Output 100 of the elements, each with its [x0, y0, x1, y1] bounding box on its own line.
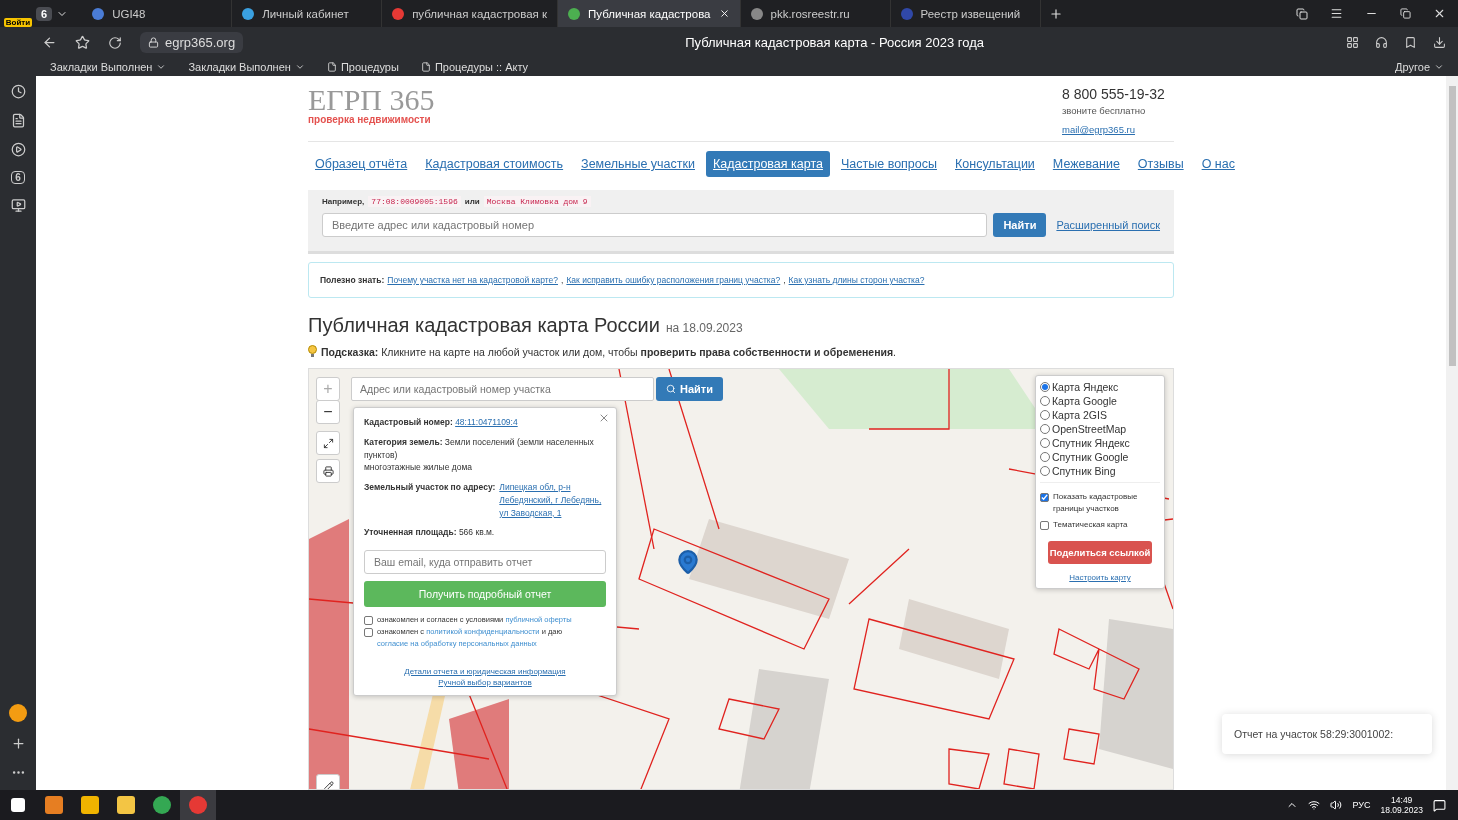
menu-icon[interactable] — [1330, 7, 1343, 20]
email-field[interactable]: Ваш email, куда отправить отчет — [364, 550, 606, 574]
page-icon — [420, 62, 431, 72]
browser-tab[interactable]: Публичная кадастрова — [558, 0, 741, 27]
zoom-out-button[interactable]: − — [316, 400, 340, 424]
comma: , — [561, 275, 564, 285]
printer-icon — [322, 465, 334, 477]
restore-icon[interactable] — [1400, 8, 1411, 19]
option-checkbox[interactable] — [1040, 521, 1049, 531]
nav-link[interactable]: Консультации — [948, 151, 1042, 177]
nav-link[interactable]: Межевание — [1045, 151, 1127, 177]
tab-favicon-icon — [242, 7, 255, 20]
layer-option[interactable]: Карта 2GIS — [1040, 409, 1160, 421]
map-search-field[interactable]: Адрес или кадастровый номер участка — [351, 377, 654, 401]
tab-count-badge[interactable]: 6 — [36, 6, 53, 21]
clock-icon[interactable] — [10, 84, 26, 99]
add-icon[interactable] — [10, 736, 26, 751]
language-indicator[interactable]: РУС — [1352, 800, 1371, 810]
share-link-button[interactable]: Поделиться ссылкой — [1048, 540, 1152, 564]
close-tab-icon[interactable] — [718, 8, 730, 19]
tab-favicon-icon — [92, 7, 105, 20]
address-label: Земельный участок по адресу: — [364, 481, 496, 494]
details-link[interactable]: Детали отчета и юридическая информация — [404, 667, 566, 676]
reload-icon[interactable] — [108, 35, 122, 50]
option-checkbox[interactable] — [1040, 493, 1049, 502]
layer-option[interactable]: Карта Яндекс — [1040, 381, 1160, 393]
option-label: Показать кадастровые границы участков — [1053, 491, 1139, 515]
bookmark-icon[interactable] — [1404, 36, 1417, 49]
app-icon[interactable] — [9, 704, 27, 722]
close-icon[interactable] — [1433, 7, 1446, 20]
consent-checkbox[interactable] — [364, 616, 373, 625]
download-icon[interactable] — [1433, 36, 1446, 49]
nav-link[interactable]: Кадастровая стоимость — [418, 151, 571, 177]
faq-link[interactable]: Почему участка нет на кадастровой карте? — [387, 275, 558, 285]
nav-link[interactable]: Отзывы — [1130, 151, 1191, 177]
network-icon[interactable] — [1308, 799, 1321, 811]
new-tab-icon[interactable] — [1048, 6, 1063, 21]
cadastral-number-link[interactable]: 48:11:0471109:4 — [455, 417, 518, 427]
page-title: Публичная кадастровая карта - Россия 2023 года — [684, 35, 985, 50]
browser-icon[interactable] — [180, 790, 216, 820]
chevron-down-icon — [294, 62, 305, 72]
find-button[interactable]: Найти — [993, 213, 1047, 237]
address-link[interactable]: Липецкая обл, р-н Лебедянский, г Лебедянь, ул Заводская, 1 — [499, 481, 606, 520]
tabs-icon[interactable] — [1296, 7, 1308, 20]
fullscreen-button[interactable] — [316, 431, 340, 455]
notes-icon[interactable] — [10, 113, 26, 128]
back-icon[interactable] — [42, 35, 57, 50]
faq-link[interactable]: Как исправить ошибку расположения границ участка? — [566, 275, 781, 285]
example-label: Например, — [322, 197, 365, 206]
details-link[interactable]: Ручной выбор вариантов — [438, 678, 532, 687]
screen-icon[interactable] — [10, 198, 26, 213]
layer-option[interactable]: Карта Google — [1040, 395, 1160, 407]
area-text: Уточненная площадь: 566 кв.м. — [364, 526, 496, 539]
search-field[interactable]: Введите адрес или кадастровый номер — [322, 213, 988, 237]
nav-link[interactable]: Земельные участки — [574, 151, 702, 177]
option-label: Тематическая карта — [1053, 519, 1128, 531]
toast-text: Отчет на участок 58:29:3001002: — [1234, 728, 1394, 740]
bookmark-item[interactable]: Процедуры :: Акту — [420, 61, 529, 73]
nav-link[interactable]: Частые вопросы — [833, 151, 944, 177]
consent-checkbox[interactable] — [364, 628, 373, 637]
scrollbar-thumb[interactable] — [1448, 86, 1456, 366]
heading-date: на 18.09.2023 — [665, 321, 743, 335]
configure-map-link[interactable]: Настроить карту — [1069, 572, 1131, 582]
star-icon[interactable] — [75, 35, 90, 50]
profile-button[interactable]: Войти — [0, 0, 36, 27]
search-icon — [666, 384, 676, 394]
email-link[interactable]: mail@egrp365.ru — [1062, 124, 1135, 135]
category-text: Категория земель: Земли поселений (земли населенных пунктов) — [364, 436, 594, 460]
number-label: Кадастровый номер: — [364, 417, 453, 427]
layer-option[interactable]: Спутник Яндекс — [1040, 437, 1160, 449]
pencil-icon — [322, 780, 334, 789]
tab-favicon-icon — [568, 7, 581, 20]
layer-option[interactable]: Спутник Google — [1040, 451, 1160, 463]
bookmark-item[interactable]: Процедуры — [326, 61, 399, 73]
layer-option[interactable]: OpenStreetMap — [1040, 423, 1160, 435]
radio-button[interactable] — [1040, 382, 1050, 392]
bookmark-item[interactable]: Закладки Выполнен — [188, 61, 305, 73]
useful-label: Полезно знать: — [320, 275, 385, 285]
map-find-button[interactable]: Найти — [656, 377, 723, 401]
nav-link[interactable]: Образец отчёта — [308, 151, 415, 177]
headphones-icon[interactable] — [1375, 36, 1388, 49]
phone-note: звоните бесплатно — [1062, 105, 1147, 116]
taskbar-clock[interactable]: 14:49 18.09.2023 — [1380, 795, 1423, 815]
print-button[interactable] — [316, 459, 340, 483]
tab-favicon-icon — [900, 7, 913, 20]
notifications-icon[interactable] — [1433, 798, 1446, 812]
advanced-search-link[interactable]: Расширенный поиск — [1056, 219, 1160, 231]
address-bar[interactable]: egrp365.org — [140, 32, 244, 53]
play-icon[interactable] — [10, 142, 26, 157]
bookmark-item[interactable]: Закладки Выполнен — [50, 61, 167, 73]
volume-icon[interactable] — [1330, 799, 1343, 811]
nav-link[interactable]: Кадастровая карта — [706, 151, 830, 177]
map-marker-icon[interactable] — [675, 549, 701, 575]
sidebar-badge[interactable]: 6 — [11, 171, 25, 184]
faq-link[interactable]: Как узнать длины сторон участка? — [788, 275, 925, 285]
example-code: 77:08:0009005:1596 — [368, 196, 461, 207]
nav-link[interactable]: О нас — [1194, 151, 1242, 177]
grid-icon[interactable] — [1346, 36, 1359, 49]
layer-option[interactable]: Спутник Bing — [1040, 465, 1160, 477]
other-bookmarks[interactable]: Другое — [1395, 61, 1458, 73]
